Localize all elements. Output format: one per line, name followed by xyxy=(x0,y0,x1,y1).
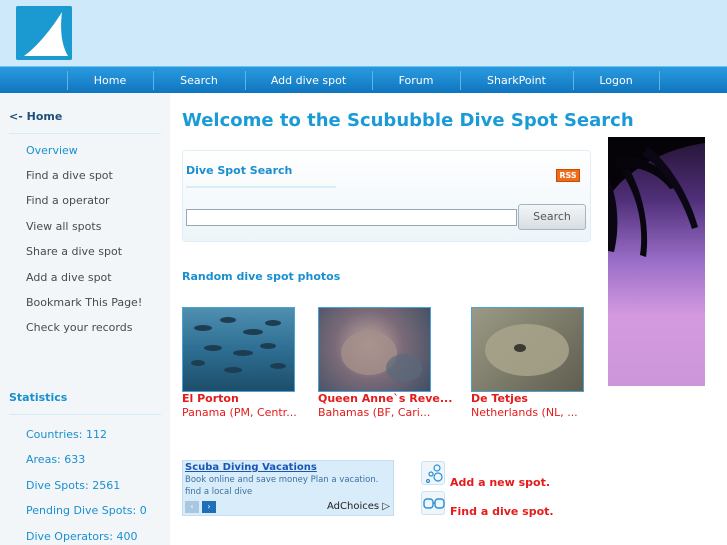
sidebar-item-check-records[interactable]: Check your records xyxy=(26,321,132,334)
stat-dive-spots[interactable]: Dive Spots: 2561 xyxy=(26,479,120,492)
dive-photo-thumbnail[interactable] xyxy=(318,307,431,392)
photo-spot-name[interactable]: De Tetjes xyxy=(471,392,528,405)
search-panel-divider xyxy=(186,186,336,188)
sidebar-item-add-dive-spot[interactable]: Add a dive spot xyxy=(26,271,112,284)
ad-title-link[interactable]: Scuba Diving Vacations xyxy=(185,462,317,473)
random-photos-heading: Random dive spot photos xyxy=(182,270,341,283)
stat-countries[interactable]: Countries: 112 xyxy=(26,428,107,441)
sidebar-item-find-dive-spot[interactable]: Find a dive spot xyxy=(26,169,113,182)
palm-tree-sunset-image xyxy=(608,137,705,386)
statistics-heading: Statistics xyxy=(9,391,68,404)
sidebar: <- Home Overview Find a dive spot Find a… xyxy=(0,93,170,545)
nav-home[interactable]: Home xyxy=(67,67,153,94)
sidebar-item-share-dive-spot[interactable]: Share a dive spot xyxy=(26,245,122,258)
search-input[interactable] xyxy=(186,209,517,226)
main-navigation: Home Search Add dive spot Forum SharkPoi… xyxy=(0,66,727,93)
ad-next-arrow-icon[interactable]: › xyxy=(202,501,216,513)
ad-text: Book online and save money Plan a vacati… xyxy=(185,475,379,497)
dive-photo-thumbnail[interactable] xyxy=(471,307,584,392)
stat-pending-dive-spots[interactable]: Pending Dive Spots: 0 xyxy=(26,504,147,517)
rss-feed-button[interactable]: RSS xyxy=(556,169,580,182)
sidebar-item-bookmark[interactable]: Bookmark This Page! xyxy=(26,296,142,309)
dive-mask-icon[interactable] xyxy=(421,491,445,515)
nav-logon[interactable]: Logon xyxy=(573,67,659,94)
find-dive-spot-link[interactable]: Find a dive spot. xyxy=(450,505,554,518)
photo-spot-name[interactable]: El Porton xyxy=(182,392,239,405)
dive-spot-search-panel: Dive Spot Search RSS Search xyxy=(182,150,591,242)
ad-previous-arrow-icon[interactable]: ‹ xyxy=(185,501,199,513)
site-header xyxy=(0,0,727,66)
dive-photo-thumbnail[interactable] xyxy=(182,307,295,392)
nav-sharkpoint[interactable]: SharkPoint xyxy=(460,67,573,94)
adchoices-link[interactable]: AdChoices ▷ xyxy=(327,501,390,512)
search-panel-title: Dive Spot Search xyxy=(186,164,293,177)
sidebar-item-view-all-spots[interactable]: View all spots xyxy=(26,220,101,233)
sidebar-item-find-operator[interactable]: Find a operator xyxy=(26,194,110,207)
sidebar-divider xyxy=(9,133,161,134)
sidebar-home-link[interactable]: <- Home xyxy=(9,110,62,123)
advertisement: Scuba Diving Vacations Book online and s… xyxy=(182,460,394,516)
search-button[interactable]: Search xyxy=(518,204,586,230)
stat-dive-operators[interactable]: Dive Operators: 400 xyxy=(26,530,137,543)
add-new-spot-link[interactable]: Add a new spot. xyxy=(450,476,550,489)
shark-fin-logo-icon[interactable] xyxy=(16,6,72,60)
photo-spot-location: Netherlands (NL, ... xyxy=(471,406,578,419)
bubbles-diver-icon[interactable] xyxy=(421,461,445,485)
page-title: Welcome to the Scububble Dive Spot Searc… xyxy=(182,110,634,131)
nav-search[interactable]: Search xyxy=(153,67,245,94)
photo-spot-location: Bahamas (BF, Cari... xyxy=(318,406,431,419)
sidebar-item-overview[interactable]: Overview xyxy=(26,144,78,157)
photo-spot-location: Panama (PM, Centr... xyxy=(182,406,297,419)
nav-add-dive-spot[interactable]: Add dive spot xyxy=(245,67,372,94)
stat-areas[interactable]: Areas: 633 xyxy=(26,453,85,466)
nav-divider xyxy=(659,71,660,90)
nav-forum[interactable]: Forum xyxy=(372,67,460,94)
photo-spot-name[interactable]: Queen Anne`s Reve... xyxy=(318,392,452,405)
sidebar-divider xyxy=(9,414,161,415)
